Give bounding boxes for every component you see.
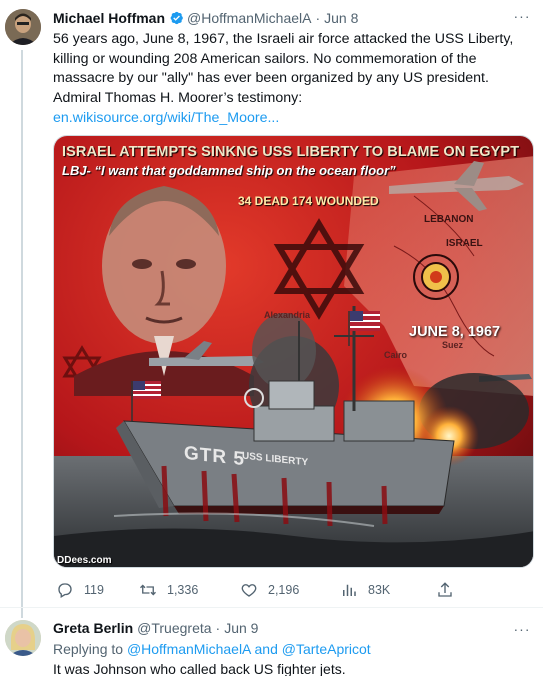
like-button[interactable]: 2,196 xyxy=(240,580,299,600)
replying-to: Replying to @HoffmanMichaelA and @TarteA… xyxy=(53,641,371,657)
media-title: ISRAEL ATTEMPTS SINKNG USS LIBERTY TO BL… xyxy=(62,144,520,160)
tweet[interactable]: Michael Hoffman @HoffmanMichaelA · Jun 8… xyxy=(0,0,543,608)
share-button[interactable] xyxy=(436,580,464,600)
like-count: 2,196 xyxy=(268,583,300,597)
map-label-cairo: Cairo xyxy=(384,350,408,360)
retweet-count: 1,336 xyxy=(167,583,199,597)
tweet-text-line: massacre by our "ally" has ever been org… xyxy=(53,70,489,87)
replying-prefix: Replying to xyxy=(53,641,127,657)
reply-tweet[interactable]: Greta Berlin @Truegreta · Jun 9 ··· Repl… xyxy=(0,609,543,676)
map-label-israel: ISRAEL xyxy=(446,238,483,249)
reply-author-handle[interactable]: @Truegreta xyxy=(137,620,211,636)
like-icon xyxy=(241,584,257,597)
verified-badge-icon xyxy=(168,10,184,26)
tweet-header: Michael Hoffman @HoffmanMichaelA · Jun 8 xyxy=(53,9,358,27)
reply-text: It was Johnson who called back US fighte… xyxy=(53,661,346,676)
media-credit: DDees.com xyxy=(57,555,112,566)
map-label-alexandria: Alexandria xyxy=(264,310,311,320)
author-avatar[interactable] xyxy=(5,9,41,45)
reply-author-name[interactable]: Greta Berlin xyxy=(53,620,133,636)
views-button[interactable]: 83K xyxy=(340,580,390,600)
separator-dot: · xyxy=(215,620,221,636)
retweet-icon xyxy=(140,584,156,596)
replying-user-link[interactable]: @HoffmanMichaelA xyxy=(127,641,251,657)
tweet-text-line: 56 years ago, June 8, 1967, the Israeli … xyxy=(53,31,514,47)
separator-dot: · xyxy=(315,10,321,26)
author-handle[interactable]: @HoffmanMichaelA xyxy=(187,10,311,26)
reply-author-avatar[interactable] xyxy=(5,620,41,656)
tweet-link[interactable]: en.wikisource.org/wiki/The_Moore... xyxy=(53,110,279,126)
media-date: JUNE 8, 1967 xyxy=(409,324,501,340)
tweet-text-line: killing or wounding 208 American sailors… xyxy=(53,50,477,67)
tweet-media-image[interactable]: ISRAEL ATTEMPTS SINKNG USS LIBERTY TO BL… xyxy=(53,135,534,568)
reply-more-options-button[interactable]: ··· xyxy=(513,622,531,640)
reply-icon xyxy=(58,583,72,598)
map-label-lebanon: LEBANON xyxy=(424,214,474,225)
views-count: 83K xyxy=(368,583,391,597)
replying-and: and xyxy=(250,641,282,657)
reply-button[interactable]: 119 xyxy=(56,580,104,600)
media-casualties: 34 DEAD 174 WOUNDED xyxy=(238,194,379,208)
reply-date[interactable]: Jun 9 xyxy=(224,620,258,636)
tweet-text: 56 years ago, June 8, 1967, the Israeli … xyxy=(53,30,523,129)
tweet-date[interactable]: Jun 8 xyxy=(324,10,358,26)
media-quote: LBJ- “I want that goddamned ship on the … xyxy=(62,163,396,178)
reply-header: Greta Berlin @Truegreta · Jun 9 xyxy=(53,620,258,636)
tweet-action-bar: 119 1,336 2,196 83K xyxy=(53,580,483,600)
more-options-button[interactable]: ··· xyxy=(513,9,531,27)
author-name[interactable]: Michael Hoffman xyxy=(53,10,165,26)
tweet-text-line: Admiral Thomas H. Moorer’s testimony: xyxy=(53,90,303,107)
views-icon xyxy=(343,584,356,596)
map-label-suez: Suez xyxy=(442,340,464,350)
reply-count: 119 xyxy=(84,583,104,597)
share-icon xyxy=(438,582,452,597)
retweet-button[interactable]: 1,336 xyxy=(139,580,198,600)
replying-user-link[interactable]: @TarteApricot xyxy=(282,641,371,657)
